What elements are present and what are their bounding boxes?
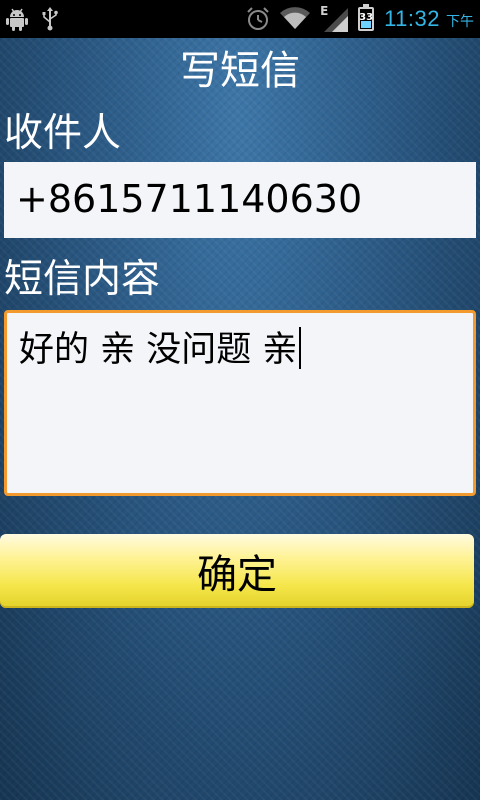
compose-sms-screen: 写短信 收件人 +8615711140630 短信内容 好的 亲 没问题 亲 确… <box>0 38 480 800</box>
status-bar-notifications <box>6 6 58 32</box>
text-cursor <box>299 327 302 369</box>
recipient-label: 收件人 <box>4 111 122 156</box>
message-input[interactable]: 好的 亲 没问题 亲 <box>4 310 476 496</box>
network-type-label: E <box>320 4 329 18</box>
clock-ampm: 下午 <box>446 14 474 30</box>
android-debug-icon <box>6 7 28 31</box>
clock-time: 11:32 <box>384 6 440 31</box>
wifi-icon <box>280 7 311 31</box>
usb-icon <box>42 7 58 31</box>
alarm-icon <box>246 6 270 32</box>
page-title: 写短信 <box>180 48 300 94</box>
battery-icon: 33 <box>358 4 375 31</box>
recipient-value: +8615711140630 <box>16 177 363 221</box>
battery-level: 33 <box>359 12 374 23</box>
status-bar: E 33 11:32 下午 <box>0 0 480 38</box>
message-value: 好的 亲 没问题 亲 <box>19 330 298 370</box>
content-label: 短信内容 <box>4 257 161 302</box>
signal-e-icon: E <box>320 4 349 32</box>
confirm-button[interactable]: 确定 <box>0 534 474 608</box>
confirm-button-label: 确定 <box>197 552 277 598</box>
message-value-wrap: 好的 亲 没问题 亲 <box>19 325 302 375</box>
recipient-input[interactable]: +8615711140630 <box>4 162 476 238</box>
status-bar-system: E 33 11:32 下午 <box>246 4 474 34</box>
